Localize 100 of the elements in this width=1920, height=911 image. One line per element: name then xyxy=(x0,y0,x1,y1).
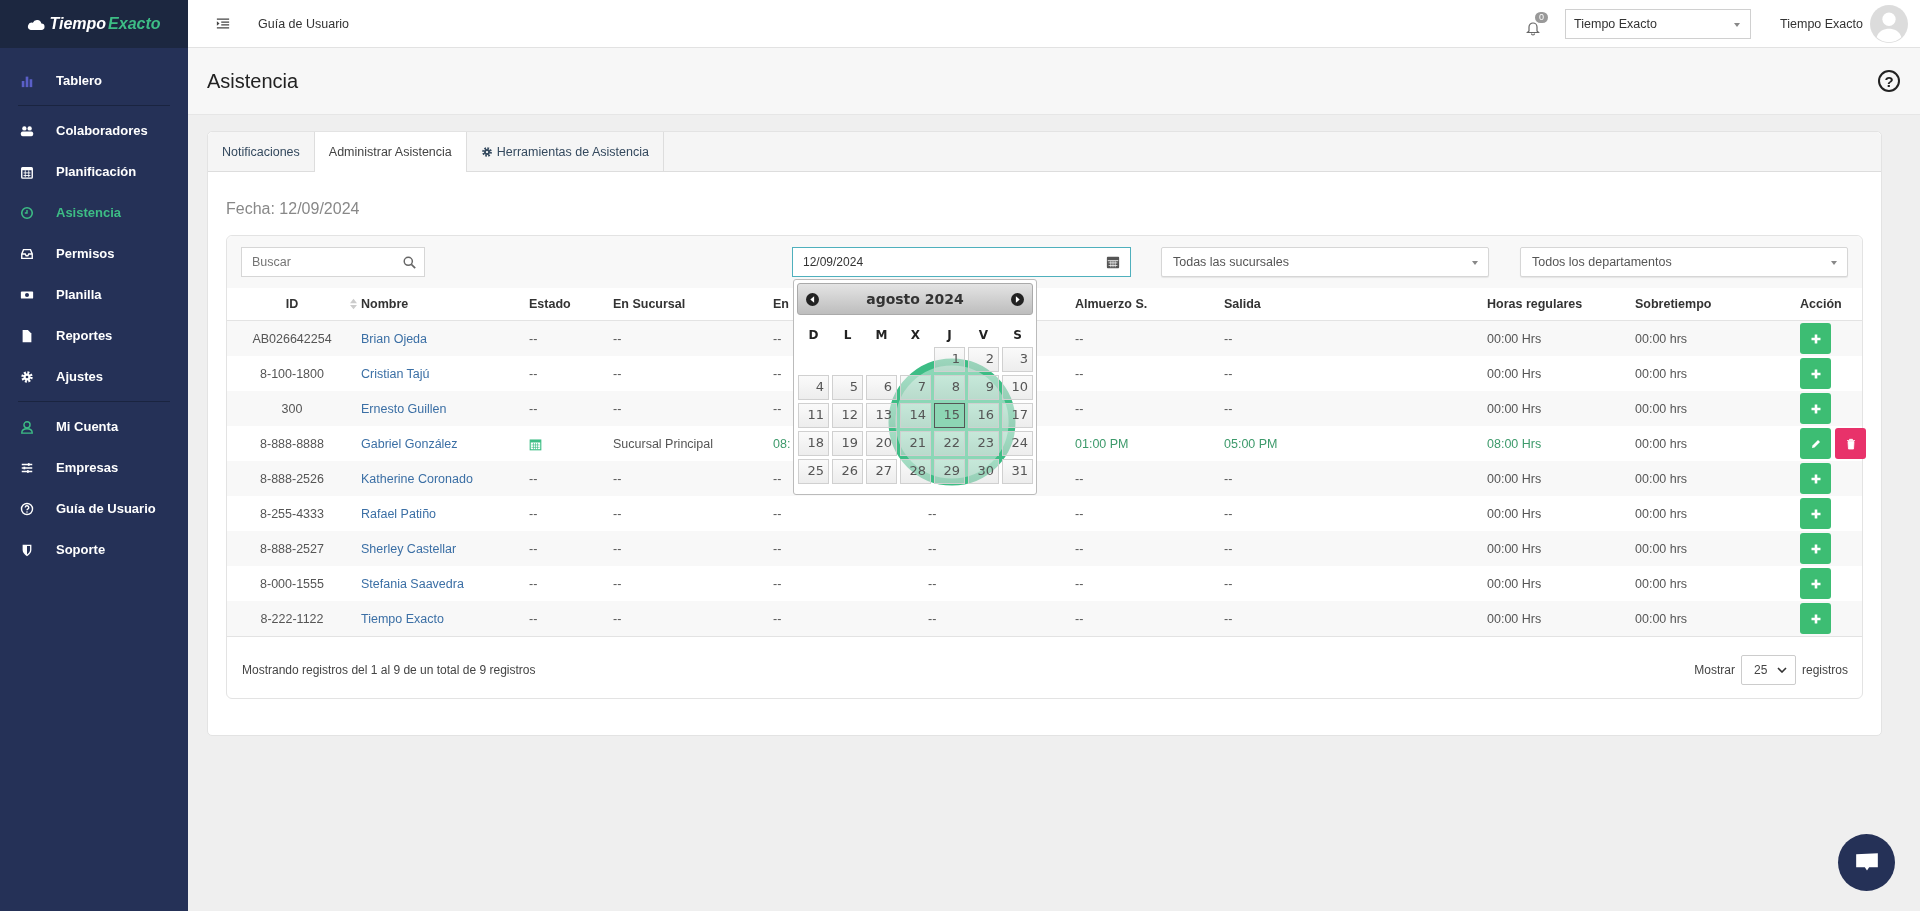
date-field[interactable]: 12/09/2024 xyxy=(792,247,1131,277)
tab[interactable]: Administrar Asistencia xyxy=(314,132,467,172)
sliders-icon xyxy=(20,460,34,475)
calendar-day[interactable]: 17 xyxy=(1002,403,1033,428)
calendar-day[interactable]: 9 xyxy=(968,375,999,400)
users-icon xyxy=(20,123,34,138)
company-select[interactable]: Tiempo Exacto xyxy=(1565,8,1752,39)
sidebar-item[interactable]: Reportes xyxy=(0,315,188,356)
add-button[interactable] xyxy=(1800,568,1831,599)
employee-link[interactable]: Katherine Coronado xyxy=(361,471,473,486)
employee-link[interactable]: Stefania Saavedra xyxy=(361,576,464,591)
calendar-day[interactable]: 30 xyxy=(968,459,999,484)
bell-icon[interactable] xyxy=(1525,19,1542,36)
sidebar-item[interactable]: Colaboradores xyxy=(0,110,188,151)
table-cell: -- xyxy=(1075,576,1084,591)
sidebar-item[interactable]: Permisos xyxy=(0,233,188,274)
calendar-day[interactable]: 27 xyxy=(866,459,897,484)
calendar-day[interactable]: 11 xyxy=(798,403,829,428)
table-cell: -- xyxy=(1224,576,1233,591)
employee-link[interactable]: Tiempo Exacto xyxy=(361,611,444,626)
help-button[interactable]: ? xyxy=(1878,70,1900,92)
sidebar-item[interactable]: Asistencia xyxy=(0,192,188,233)
menu-icon[interactable] xyxy=(216,18,230,29)
calendar-day[interactable]: 16 xyxy=(968,403,999,428)
table-cell: 00:00 hrs xyxy=(1635,331,1688,346)
tab[interactable]: Herramientas de Asistencia xyxy=(466,132,664,171)
page-size-select[interactable]: 25 xyxy=(1741,655,1796,685)
calendar-day[interactable]: 12 xyxy=(832,403,863,428)
brand-logo[interactable]: TiempoExacto xyxy=(0,0,188,48)
pencil-icon xyxy=(1809,437,1822,450)
next-month-button[interactable] xyxy=(1011,292,1024,306)
sidebar-item[interactable]: Ajustes xyxy=(0,356,188,406)
sidebar-item[interactable]: Mi Cuenta xyxy=(0,406,188,447)
calendar-day[interactable]: 21 xyxy=(900,431,931,456)
sidebar-item[interactable]: Planificación xyxy=(0,151,188,192)
calendar-day[interactable]: 18 xyxy=(798,431,829,456)
calendar-day[interactable]: 8 xyxy=(934,375,965,400)
calendar-day[interactable]: 26 xyxy=(832,459,863,484)
table-cell: -- xyxy=(773,576,782,591)
calendar-day[interactable]: 1 xyxy=(934,347,965,372)
calendar-day[interactable]: 22 xyxy=(934,431,965,456)
table-cell: -- xyxy=(1075,471,1084,486)
calendar-day[interactable]: 25 xyxy=(798,459,829,484)
sidebar-item[interactable]: Soporte xyxy=(0,529,188,570)
employee-link[interactable]: Ernesto Guillen xyxy=(361,401,447,416)
calendar-day[interactable]: 24 xyxy=(1002,431,1033,456)
calendar-day[interactable]: 13 xyxy=(866,403,897,428)
calendar-day[interactable]: 29 xyxy=(934,459,965,484)
previous-month-button[interactable] xyxy=(806,292,819,306)
add-button[interactable] xyxy=(1800,463,1831,494)
edit-button[interactable] xyxy=(1800,428,1831,459)
table-cell: 00:00 hrs xyxy=(1635,471,1688,486)
tab[interactable]: Notificaciones xyxy=(208,132,315,171)
delete-button[interactable] xyxy=(1835,428,1866,459)
calendar-day[interactable]: 10 xyxy=(1002,375,1033,400)
table-cell: 00:00 hrs xyxy=(1635,401,1688,416)
sidebar-item[interactable]: Empresas xyxy=(0,447,188,488)
employee-link[interactable]: Sherley Castellar xyxy=(361,541,457,556)
weekday-label: S xyxy=(1012,327,1023,344)
sidebar-item[interactable]: Guía de Usuario xyxy=(0,488,188,529)
weekday-label: X xyxy=(909,327,922,344)
employee-link[interactable]: Rafael Patiño xyxy=(361,506,437,521)
avatar-icon[interactable] xyxy=(1870,4,1908,43)
calendar-day[interactable]: 7 xyxy=(900,375,931,400)
add-button[interactable] xyxy=(1800,603,1831,634)
column-header: Estado xyxy=(529,297,571,311)
calendar-day[interactable]: 2 xyxy=(968,347,999,372)
employee-link[interactable]: Gabriel González xyxy=(361,436,458,451)
calendar-day[interactable]: 23 xyxy=(968,431,999,456)
calendar-day[interactable]: 5 xyxy=(832,375,863,400)
column-header: Nombre xyxy=(361,297,409,311)
calendar-day[interactable]: 20 xyxy=(866,431,897,456)
calendar-day[interactable]: 3 xyxy=(1002,347,1033,372)
table-cell: -- xyxy=(529,471,538,486)
chat-button[interactable] xyxy=(1838,834,1895,891)
calendar-day[interactable]: 31 xyxy=(1002,459,1033,484)
add-button[interactable] xyxy=(1800,323,1831,354)
sidebar-item[interactable]: Tablero xyxy=(0,60,188,110)
branch-select[interactable]: Todas las sucursales xyxy=(1161,247,1489,277)
sort-icon[interactable] xyxy=(350,298,357,310)
add-button[interactable] xyxy=(1800,498,1831,529)
calendar-day[interactable]: 28 xyxy=(900,459,931,484)
employee-link[interactable]: Cristian Tajú xyxy=(361,366,430,381)
table-cell: -- xyxy=(613,401,622,416)
plus-icon xyxy=(1809,612,1822,625)
add-button[interactable] xyxy=(1800,393,1831,424)
employee-link[interactable]: Brian Ojeda xyxy=(361,331,427,346)
sidebar-item[interactable]: Planilla xyxy=(0,274,188,315)
table-cell: 00:00 hrs xyxy=(1635,576,1688,591)
calendar-day[interactable]: 14 xyxy=(900,403,931,428)
calendar-day[interactable]: 15 xyxy=(934,403,965,428)
calendar-day[interactable]: 6 xyxy=(866,375,897,400)
page-title: Asistencia xyxy=(207,69,299,93)
search-field[interactable]: Buscar xyxy=(241,247,425,277)
calendar-day[interactable]: 4 xyxy=(798,375,829,400)
department-select[interactable]: Todos los departamentos xyxy=(1520,247,1848,277)
add-button[interactable] xyxy=(1800,533,1831,564)
add-button[interactable] xyxy=(1800,358,1831,389)
table-cell: -- xyxy=(773,611,782,626)
calendar-day[interactable]: 19 xyxy=(832,431,863,456)
